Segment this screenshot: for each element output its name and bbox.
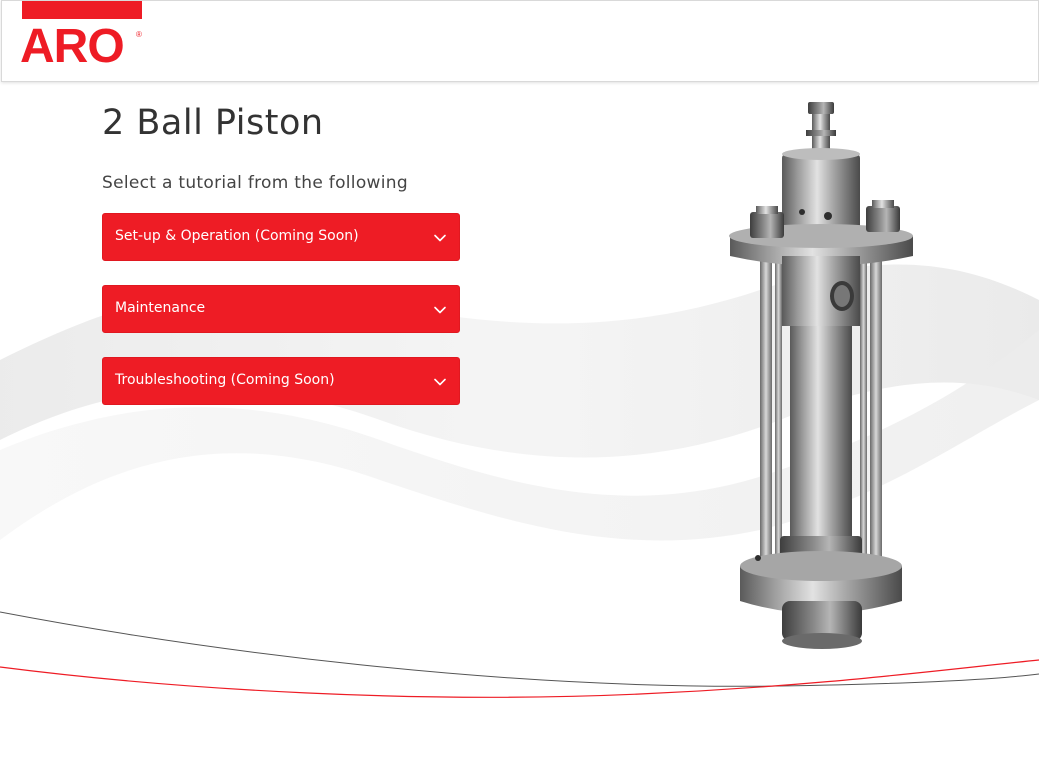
chevron-down-icon[interactable] [433,231,447,245]
aro-logo[interactable]: ARO ® [20,1,146,73]
accordion-label: Set-up & Operation (Coming Soon) [115,228,359,244]
accordion-troubleshooting[interactable]: Troubleshooting (Coming Soon) [102,357,460,405]
page-title: 2 Ball Piston [102,103,324,143]
page: ARO ® 2 Ball Piston Select a tutorial fr… [0,0,1039,768]
accordion-label: Troubleshooting (Coming Soon) [115,372,335,388]
chevron-down-icon[interactable] [433,303,447,317]
logo-bar [22,1,142,19]
accordion-label: Maintenance [115,300,206,316]
tutorial-panel: 2 Ball Piston Select a tutorial from the… [102,100,482,429]
accordion-setup-operation[interactable]: Set-up & Operation (Coming Soon) [102,213,460,261]
chevron-down-icon[interactable] [433,375,447,389]
app-header: ARO ® [1,0,1039,82]
tutorial-accordion: Set-up & Operation (Coming Soon) Mainten… [102,213,482,405]
page-subtitle: Select a tutorial from the following [102,173,408,193]
logo-wordmark: ARO [20,20,125,73]
registered-mark: ® [136,30,142,39]
accordion-maintenance[interactable]: Maintenance [102,285,460,333]
piston-pump-image [729,102,913,649]
